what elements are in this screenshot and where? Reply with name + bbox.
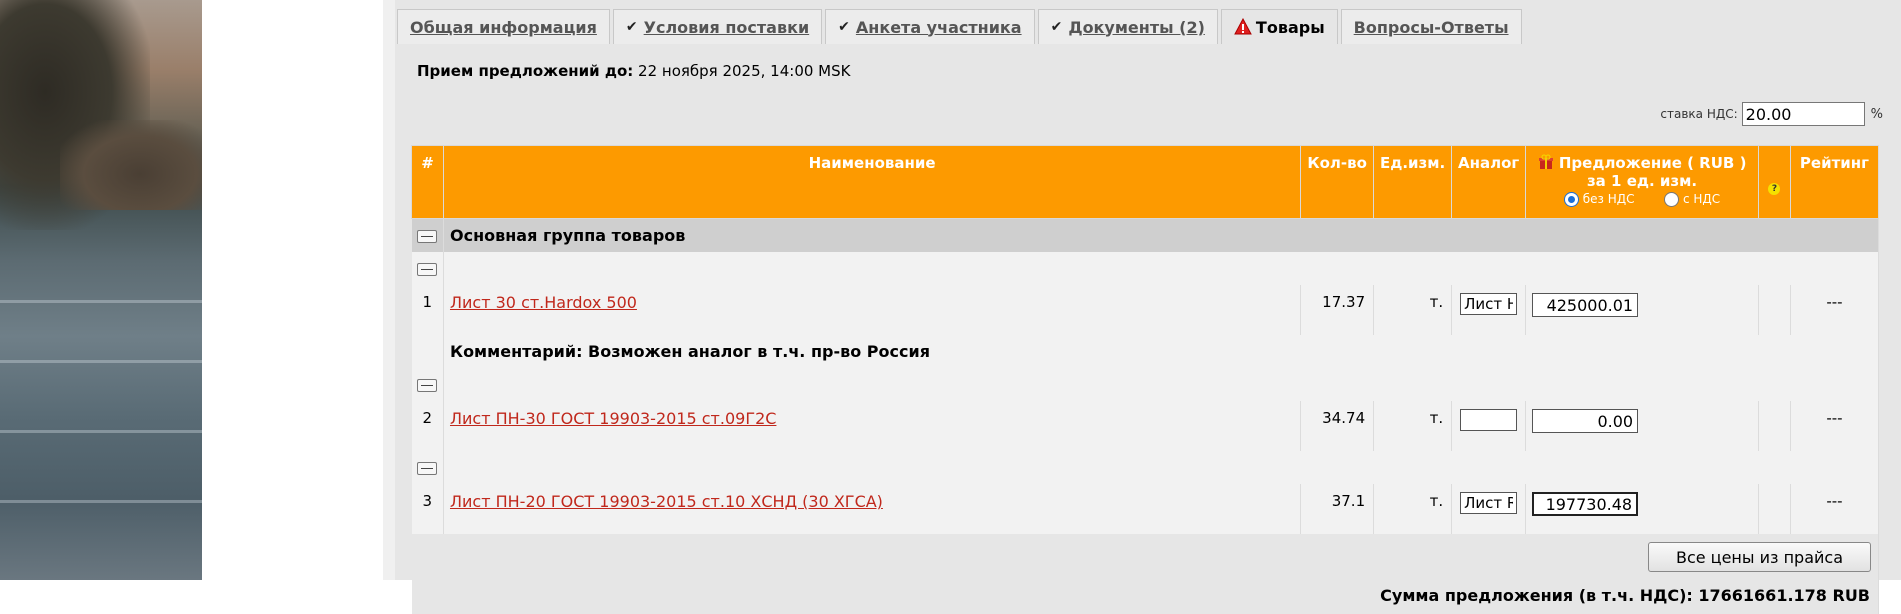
price-input[interactable]	[1532, 492, 1639, 516]
radio-no-vat[interactable]	[1563, 192, 1579, 207]
page-gutter	[383, 0, 395, 580]
vat-label: ставка НДС:	[1660, 107, 1738, 121]
all-prices-from-pricelist-button[interactable]: Все цены из прайса	[1647, 542, 1871, 572]
item-unit: т.	[1373, 285, 1453, 335]
radio-no-vat-label: без НДС	[1582, 192, 1635, 206]
analog-input[interactable]	[1460, 409, 1518, 431]
item-unit: т.	[1373, 484, 1453, 534]
item-rating: ---	[1790, 484, 1880, 534]
checkmark-icon: ✔	[1050, 19, 1063, 35]
deadline-label: Прием предложений до:	[417, 62, 634, 80]
comment-row: Комментарий: Возможен аналог в т.ч. пр-в…	[411, 335, 1880, 368]
goods-table: # Наименование Кол-во Ед.изм. Аналог Пре…	[411, 145, 1880, 614]
item-qty: 34.74	[1300, 401, 1375, 451]
table-header-row: # Наименование Кол-во Ед.изм. Аналог Пре…	[411, 145, 1880, 219]
offer-header-line1: Предложение ( RUB )	[1558, 154, 1747, 172]
item-num: 3	[411, 484, 444, 534]
offer-header-line2: за 1 ед. изм.	[1586, 172, 1698, 190]
col-header-num: #	[411, 145, 444, 219]
table-row: 1 Лист 30 ст.Hardox 500 17.37 т. ---	[411, 285, 1880, 335]
subgroup-row	[411, 252, 1880, 285]
item-comment: Комментарий: Возможен аналог в т.ч. пр-в…	[443, 335, 1880, 368]
subgroup-row	[411, 451, 1880, 484]
group-title: Основная группа товаров	[443, 218, 1880, 252]
vat-unit: %	[1870, 106, 1883, 122]
item-rating: ---	[1790, 401, 1880, 451]
tab-bar: Общая информация ✔ Условия поставки ✔ Ан…	[397, 9, 1525, 45]
total-row: Сумма предложения (в т.ч. НДС): 17661661…	[411, 576, 1879, 614]
price-input[interactable]	[1532, 409, 1639, 433]
vat-rate: ставка НДС: %	[1660, 102, 1883, 126]
product-link[interactable]: Лист ПН-20 ГОСТ 19903-2015 ст.10 ХСНД (3…	[450, 492, 883, 511]
table-row: 3 Лист ПН-20 ГОСТ 19903-2015 ст.10 ХСНД …	[411, 484, 1880, 534]
gift-icon	[1538, 154, 1553, 169]
col-header-help: ?	[1757, 145, 1791, 219]
item-num: 2	[411, 401, 444, 451]
collapse-item-toggle-icon[interactable]	[417, 461, 438, 475]
item-num: 1	[411, 285, 444, 335]
product-link[interactable]: Лист 30 ст.Hardox 500	[450, 293, 637, 312]
tab-delivery[interactable]: ✔ Условия поставки	[612, 9, 823, 44]
collapse-item-toggle-icon[interactable]	[417, 378, 438, 392]
item-unit: т.	[1373, 401, 1453, 451]
subgroup-row	[411, 368, 1880, 401]
col-header-name: Наименование	[442, 145, 1302, 219]
col-header-qty: Кол-во	[1300, 145, 1375, 219]
tab-documents[interactable]: ✔ Документы (2)	[1037, 9, 1218, 44]
checkmark-icon: ✔	[838, 19, 850, 35]
col-header-unit: Ед.изм.	[1373, 145, 1453, 219]
deadline-row: Прием предложений до: 22 ноября 2025, 14…	[417, 62, 850, 80]
deadline-value: 22 ноября 2025, 14:00 MSK	[638, 62, 851, 80]
product-link[interactable]: Лист ПН-30 ГОСТ 19903-2015 ст.09Г2С	[450, 409, 776, 428]
tab-label: Товары	[1255, 17, 1325, 37]
item-qty: 37.1	[1300, 484, 1375, 534]
collapse-item-toggle-icon[interactable]	[417, 262, 438, 276]
help-icon[interactable]: ?	[1768, 183, 1781, 195]
item-rating: ---	[1790, 285, 1880, 335]
tab-label: Вопросы-Ответы	[1353, 17, 1509, 37]
tab-general[interactable]: Общая информация	[397, 9, 610, 44]
col-header-offer: Предложение ( RUB ) за 1 ед. изм. без НД…	[1525, 145, 1759, 219]
tab-label: Условия поставки	[643, 17, 810, 37]
table-row: 2 Лист ПН-30 ГОСТ 19903-2015 ст.09Г2С 34…	[411, 401, 1880, 451]
radio-with-vat-label: с НДС	[1682, 192, 1721, 206]
checkmark-icon: ✔	[625, 19, 638, 35]
col-header-analog: Аналог	[1451, 145, 1527, 219]
tab-label: Анкета участника	[855, 17, 1022, 37]
warning-icon	[1234, 18, 1252, 35]
analog-input[interactable]	[1460, 293, 1518, 315]
price-input[interactable]	[1532, 293, 1639, 317]
tab-goods[interactable]: Товары	[1220, 9, 1338, 44]
tab-label: Общая информация	[410, 17, 597, 37]
collapse-group-toggle-icon[interactable]	[417, 230, 438, 243]
tab-qa[interactable]: Вопросы-Ответы	[1340, 9, 1522, 44]
offer-total: Сумма предложения (в т.ч. НДС): 17661661…	[411, 576, 1879, 614]
item-qty: 17.37	[1300, 285, 1375, 335]
actions-row: Все цены из прайса	[411, 534, 1879, 576]
tab-participant[interactable]: ✔ Анкета участника	[825, 9, 1035, 44]
analog-input[interactable]	[1460, 492, 1518, 514]
radio-with-vat[interactable]	[1664, 192, 1680, 207]
background-photo	[0, 0, 202, 580]
col-header-rating: Рейтинг	[1789, 145, 1880, 219]
vat-rate-input[interactable]	[1741, 102, 1865, 126]
group-row: Основная группа товаров	[411, 218, 1880, 252]
tab-label: Документы (2)	[1068, 17, 1205, 37]
